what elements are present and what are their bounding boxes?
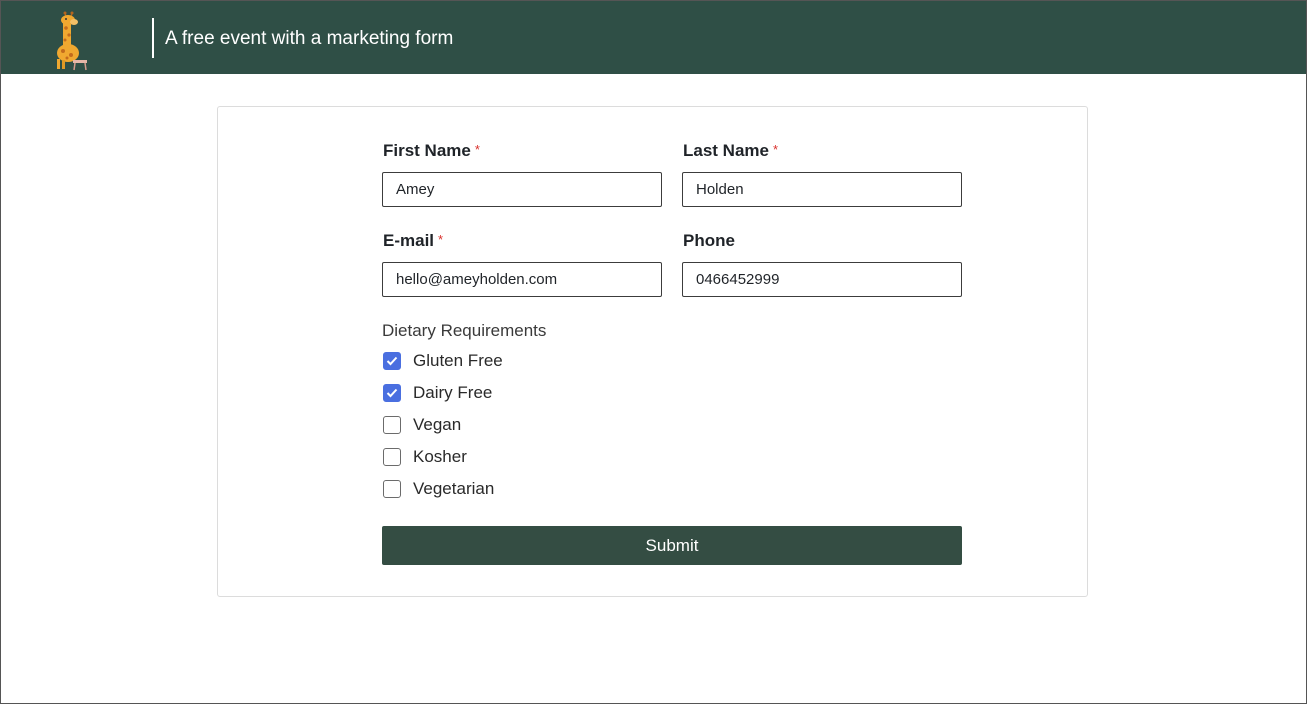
page: A free event with a marketing form First… [0, 0, 1307, 704]
first-name-label-text: First Name [383, 141, 471, 160]
required-marker: * [438, 232, 444, 247]
dietary-requirements-label: Dietary Requirements [382, 321, 547, 340]
checkbox-label: Kosher [413, 447, 467, 466]
last-name-label: Last Name * [683, 141, 778, 161]
last-name-label-text: Last Name [683, 141, 769, 160]
last-name-input[interactable] [682, 172, 962, 207]
checkbox-box[interactable] [383, 384, 401, 402]
checkbox-label: Vegetarian [413, 479, 495, 498]
checkbox-box[interactable] [383, 448, 401, 466]
phone-input[interactable] [682, 262, 962, 297]
checkmark-icon [386, 356, 398, 366]
giraffe-logo-icon[interactable] [45, 11, 93, 71]
checkbox-dairy-free[interactable]: Dairy Free [383, 381, 492, 405]
header-divider [152, 18, 154, 58]
checkbox-label: Dairy Free [413, 383, 493, 402]
header-bar: A free event with a marketing form [1, 1, 1306, 74]
submit-button[interactable]: Submit [382, 526, 962, 565]
checkmark-icon [386, 388, 398, 398]
checkbox-box[interactable] [383, 416, 401, 434]
required-marker: * [474, 142, 480, 157]
checkbox-kosher[interactable]: Kosher [383, 445, 467, 469]
checkbox-gluten-free[interactable]: Gluten Free [383, 349, 503, 373]
email-input[interactable] [382, 262, 662, 297]
checkbox-box[interactable] [383, 480, 401, 498]
checkbox-label: Gluten Free [413, 351, 503, 370]
phone-label: Phone [683, 231, 735, 251]
page-title: A free event with a marketing form [165, 28, 454, 49]
checkbox-vegan[interactable]: Vegan [383, 413, 461, 437]
first-name-input[interactable] [382, 172, 662, 207]
first-name-label: First Name * [383, 141, 480, 161]
phone-label-text: Phone [683, 231, 735, 250]
checkbox-box[interactable] [383, 352, 401, 370]
email-label-text: E-mail [383, 231, 435, 250]
required-marker: * [772, 142, 779, 157]
checkbox-label: Vegan [413, 415, 462, 434]
email-label: E-mail * [383, 231, 443, 251]
checkbox-vegetarian[interactable]: Vegetarian [383, 477, 494, 501]
